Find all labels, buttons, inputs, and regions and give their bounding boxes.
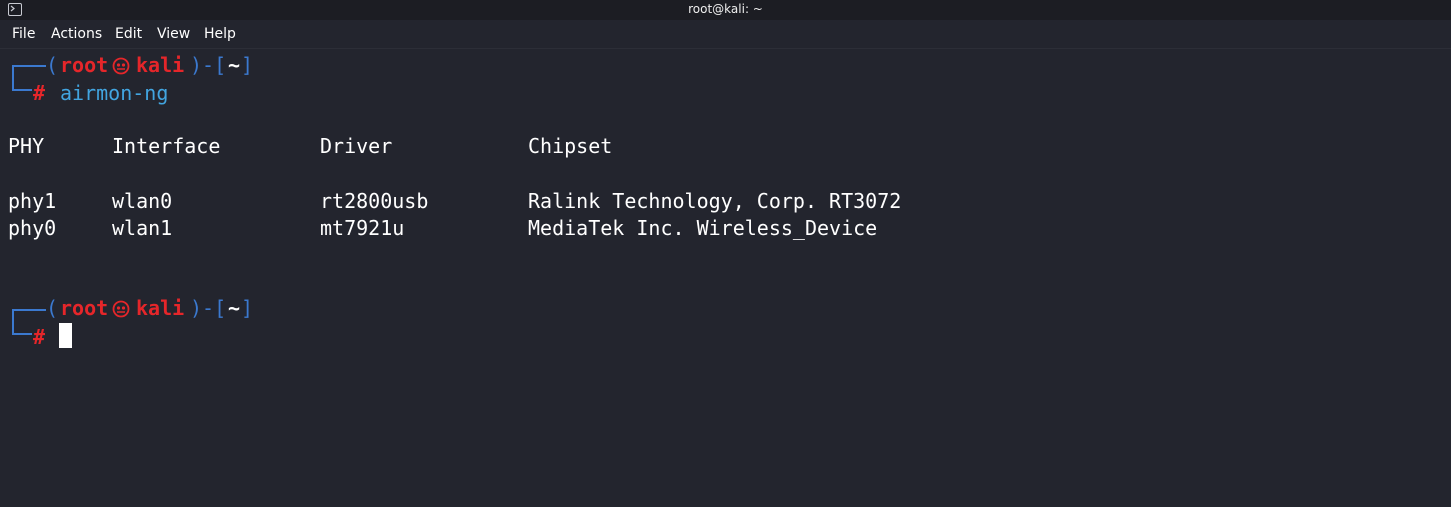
prompt-open-paren: ( <box>46 53 59 77</box>
header-interface: Interface <box>112 134 221 158</box>
window-title: root@kali: ~ <box>688 2 763 16</box>
menu-edit[interactable]: Edit <box>115 26 142 42</box>
prompt2-open-paren: ( <box>46 296 59 320</box>
table-row-0-driver: rt2800usb <box>320 189 429 213</box>
prompt-path: ~ <box>228 53 241 77</box>
prompt2-hash: # <box>33 325 46 349</box>
terminal-output[interactable]: ( root kali )-[ ~ ] # airmon-ng PHY Inte… <box>0 50 1451 507</box>
prompt2-user: root <box>60 296 109 320</box>
prompt2-frame-bottom <box>12 321 32 335</box>
block-cursor[interactable] <box>59 323 72 348</box>
prompt2-close-dash: )-[ <box>190 296 227 320</box>
menu-view[interactable]: View <box>157 26 190 42</box>
menu-help[interactable]: Help <box>204 26 236 42</box>
prompt-frame-bottom <box>12 77 32 91</box>
prompt2-close-bracket: ] <box>241 296 254 320</box>
menu-actions[interactable]: Actions <box>51 26 102 42</box>
command-text: airmon-ng <box>60 81 169 105</box>
header-chipset: Chipset <box>528 134 613 158</box>
prompt-close-dash: )-[ <box>190 53 227 77</box>
prompt2-host: kali <box>136 296 185 320</box>
skull-icon <box>112 300 130 318</box>
table-row-1-chipset: MediaTek Inc. Wireless_Device <box>528 216 878 240</box>
table-row-1-phy: phy0 <box>8 216 57 240</box>
table-row-1-interface: wlan1 <box>112 216 173 240</box>
table-row-1-driver: mt7921u <box>320 216 405 240</box>
menu-file[interactable]: File <box>12 26 35 42</box>
prompt-host: kali <box>136 53 185 77</box>
header-phy: PHY <box>8 134 45 158</box>
skull-icon <box>112 57 130 75</box>
menu-bar: File Actions Edit View Help <box>0 20 1451 49</box>
header-driver: Driver <box>320 134 393 158</box>
prompt-close-bracket: ] <box>241 53 254 77</box>
prompt-hash: # <box>33 81 46 105</box>
title-bar: root@kali: ~ <box>0 0 1451 20</box>
table-row-0-chipset: Ralink Technology, Corp. RT3072 <box>528 189 902 213</box>
prompt2-path: ~ <box>228 296 241 320</box>
table-row-0-interface: wlan0 <box>112 189 173 213</box>
prompt-user: root <box>60 53 109 77</box>
table-row-0-phy: phy1 <box>8 189 57 213</box>
